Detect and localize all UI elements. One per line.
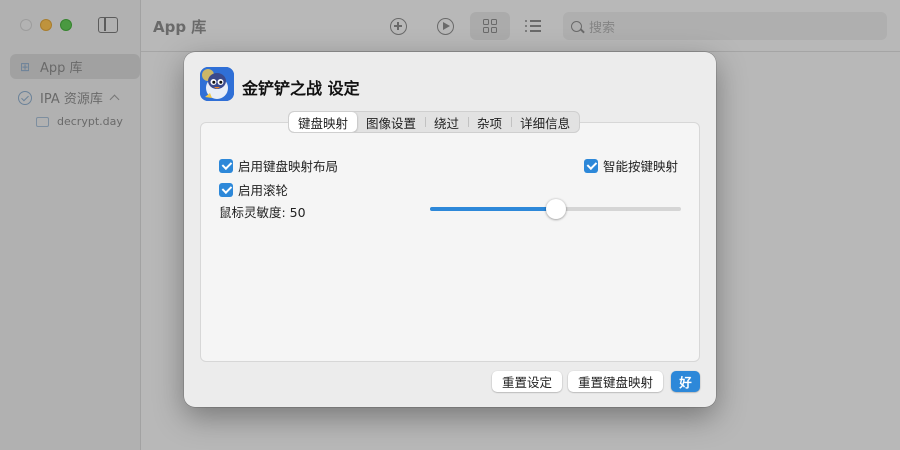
tab-misc[interactable]: 杂项: [468, 112, 511, 132]
ok-button[interactable]: 好: [671, 371, 700, 392]
mouse-sensitivity-label: 鼠标灵敏度: 50: [219, 205, 306, 220]
tab-bypass[interactable]: 绕过: [425, 112, 468, 132]
mouse-sensitivity-slider[interactable]: [430, 199, 681, 219]
checkbox-label: 启用键盘映射布局: [238, 159, 339, 174]
slider-fill: [430, 207, 556, 211]
checkbox-label: 启用滚轮: [238, 183, 289, 198]
smart-keymap-checkbox[interactable]: 智能按键映射: [584, 156, 678, 175]
tab-label: 键盘映射: [298, 115, 349, 131]
tab-keymap[interactable]: 键盘映射: [289, 112, 358, 132]
tab-label: 详细信息: [520, 115, 571, 131]
settings-panel: 启用键盘映射布局 启用滚轮 智能按键映射: [200, 122, 700, 362]
enable-scroll-checkbox[interactable]: 启用滚轮: [219, 180, 288, 199]
tab-label: 图像设置: [366, 115, 417, 131]
slider-thumb[interactable]: [545, 199, 566, 219]
enable-keymap-layout-checkbox[interactable]: 启用键盘映射布局: [219, 156, 338, 175]
tab-graphics[interactable]: 图像设置: [357, 112, 425, 132]
checkbox-checked-icon: [219, 182, 233, 197]
checkbox-checked-icon: [219, 158, 233, 173]
reset-keymap-button[interactable]: 重置键盘映射: [568, 371, 663, 392]
game-app-icon: [200, 67, 234, 101]
checkbox-label: 智能按键映射: [603, 159, 679, 174]
tab-label: 杂项: [477, 115, 503, 131]
dialog-title: 金铲铲之战 设定: [242, 79, 360, 98]
reset-settings-button[interactable]: 重置设定: [492, 371, 562, 392]
tab-label: 绕过: [434, 115, 460, 131]
checkbox-checked-icon: [584, 158, 598, 173]
settings-dialog: 金铲铲之战 设定 启用键盘映射布局 启用滚轮 智能按键映射 键盘映射 图像设置 …: [184, 52, 716, 407]
tab-details[interactable]: 详细信息: [511, 112, 579, 132]
settings-tabs: 键盘映射 图像设置 绕过 杂项 详细信息: [288, 111, 581, 133]
